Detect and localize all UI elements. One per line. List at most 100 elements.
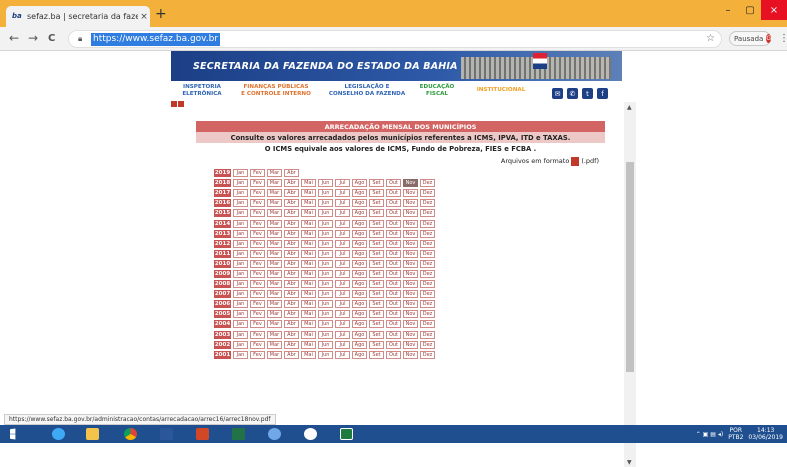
edge-icon[interactable] (46, 426, 70, 442)
month-link-mai[interactable]: Mai (301, 229, 316, 238)
month-link-ago[interactable]: Ago (352, 179, 367, 188)
month-link-dez[interactable]: Dez (420, 350, 435, 359)
month-link-set[interactable]: Set (369, 179, 384, 188)
month-link-jul[interactable]: Jul (335, 209, 350, 218)
month-link-ago[interactable]: Ago (352, 310, 367, 319)
scroll-down-icon[interactable]: ▼ (627, 459, 632, 466)
powerpoint-icon[interactable] (190, 426, 214, 442)
word-icon[interactable] (154, 426, 178, 442)
minimize-button[interactable]: – (717, 0, 739, 20)
nav-institucional[interactable]: INSTITUCIONAL (471, 87, 531, 94)
month-link-mai[interactable]: Mai (301, 340, 316, 349)
month-link-fev[interactable]: Fev (250, 290, 265, 299)
month-link-jun[interactable]: Jun (318, 199, 333, 208)
month-link-dez[interactable]: Dez (420, 209, 435, 218)
month-link-jul[interactable]: Jul (335, 249, 350, 258)
month-link-jul[interactable]: Jul (335, 290, 350, 299)
month-link-nov[interactable]: Nov (403, 219, 418, 228)
month-link-abr[interactable]: Abr (284, 290, 299, 299)
month-link-out[interactable]: Out (386, 219, 401, 228)
month-link-set[interactable]: Set (369, 209, 384, 218)
month-link-nov[interactable]: Nov (403, 310, 418, 319)
address-bar[interactable]: 🔒︎ https://www.sefaz.ba.gov.br ☆ (68, 30, 722, 48)
month-link-ago[interactable]: Ago (352, 330, 367, 339)
month-link-mai[interactable]: Mai (301, 199, 316, 208)
month-link-abr[interactable]: Abr (284, 179, 299, 188)
month-link-abr[interactable]: Abr (284, 229, 299, 238)
month-link-mai[interactable]: Mai (301, 350, 316, 359)
reload-button[interactable]: C (48, 32, 55, 45)
month-link-mai[interactable]: Mai (301, 269, 316, 278)
month-link-ago[interactable]: Ago (352, 280, 367, 289)
month-link-jun[interactable]: Jun (318, 239, 333, 248)
month-link-nov[interactable]: Nov (403, 290, 418, 299)
month-link-ago[interactable]: Ago (352, 320, 367, 329)
month-link-jun[interactable]: Jun (318, 330, 333, 339)
month-link-dez[interactable]: Dez (420, 179, 435, 188)
month-link-fev[interactable]: Fev (250, 249, 265, 258)
nav-educacao[interactable]: EDUCAÇÃO FISCAL (415, 84, 459, 97)
month-link-mar[interactable]: Mar (267, 340, 282, 349)
month-link-mai[interactable]: Mai (301, 259, 316, 268)
month-link-jun[interactable]: Jun (318, 320, 333, 329)
start-button[interactable] (4, 426, 28, 442)
month-link-fev[interactable]: Fev (250, 320, 265, 329)
month-link-mar[interactable]: Mar (267, 269, 282, 278)
month-link-jan[interactable]: Jan (233, 169, 248, 178)
month-link-out[interactable]: Out (386, 300, 401, 309)
month-link-jan[interactable]: Jan (233, 199, 248, 208)
month-link-dez[interactable]: Dez (420, 290, 435, 299)
month-link-nov[interactable]: Nov (403, 340, 418, 349)
month-link-ago[interactable]: Ago (352, 290, 367, 299)
month-link-abr[interactable]: Abr (284, 199, 299, 208)
month-link-nov[interactable]: Nov (403, 209, 418, 218)
month-link-mai[interactable]: Mai (301, 249, 316, 258)
scroll-up-icon[interactable]: ▲ (627, 104, 632, 111)
month-link-jan[interactable]: Jan (233, 209, 248, 218)
month-link-fev[interactable]: Fev (250, 169, 265, 178)
month-link-set[interactable]: Set (369, 239, 384, 248)
month-link-jan[interactable]: Jan (233, 330, 248, 339)
month-link-mar[interactable]: Mar (267, 330, 282, 339)
language-indicator[interactable]: POR PTB2 (728, 427, 743, 441)
month-link-jun[interactable]: Jun (318, 280, 333, 289)
month-link-abr[interactable]: Abr (284, 310, 299, 319)
month-link-fev[interactable]: Fev (250, 199, 265, 208)
month-link-set[interactable]: Set (369, 199, 384, 208)
month-link-ago[interactable]: Ago (352, 219, 367, 228)
month-link-mai[interactable]: Mai (301, 290, 316, 299)
month-link-dez[interactable]: Dez (420, 320, 435, 329)
month-link-ago[interactable]: Ago (352, 340, 367, 349)
month-link-jun[interactable]: Jun (318, 340, 333, 349)
month-link-mar[interactable]: Mar (267, 239, 282, 248)
month-link-out[interactable]: Out (386, 259, 401, 268)
month-link-ago[interactable]: Ago (352, 229, 367, 238)
month-link-jan[interactable]: Jan (233, 269, 248, 278)
month-link-mar[interactable]: Mar (267, 290, 282, 299)
month-link-jun[interactable]: Jun (318, 209, 333, 218)
month-link-dez[interactable]: Dez (420, 219, 435, 228)
month-link-mar[interactable]: Mar (267, 259, 282, 268)
month-link-mar[interactable]: Mar (267, 219, 282, 228)
month-link-abr[interactable]: Abr (284, 219, 299, 228)
month-link-set[interactable]: Set (369, 350, 384, 359)
tray-icons[interactable]: ⌃ ▣ ▤ ◂) (696, 431, 723, 438)
month-link-jul[interactable]: Jul (335, 350, 350, 359)
month-link-nov[interactable]: Nov (403, 280, 418, 289)
month-link-mai[interactable]: Mai (301, 280, 316, 289)
month-link-mai[interactable]: Mai (301, 219, 316, 228)
month-link-out[interactable]: Out (386, 249, 401, 258)
month-link-out[interactable]: Out (386, 269, 401, 278)
month-link-jun[interactable]: Jun (318, 219, 333, 228)
month-link-jan[interactable]: Jan (233, 249, 248, 258)
month-link-jan[interactable]: Jan (233, 290, 248, 299)
month-link-out[interactable]: Out (386, 320, 401, 329)
month-link-abr[interactable]: Abr (284, 280, 299, 289)
month-link-abr[interactable]: Abr (284, 340, 299, 349)
month-link-jan[interactable]: Jan (233, 259, 248, 268)
maximize-button[interactable]: ▢ (739, 0, 761, 20)
zoom-out-icon[interactable] (171, 101, 177, 107)
month-link-set[interactable]: Set (369, 269, 384, 278)
browser-menu-icon[interactable]: ⋮ (779, 33, 787, 44)
month-link-nov[interactable]: Nov (403, 189, 418, 198)
